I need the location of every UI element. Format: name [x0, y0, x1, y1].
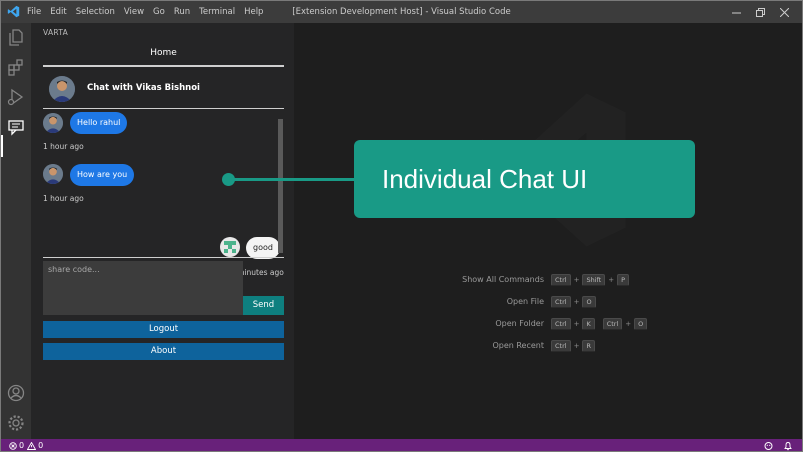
menu-file[interactable]: File	[27, 7, 41, 17]
error-icon	[9, 441, 17, 450]
shortcut-label: Show All Commands	[462, 275, 544, 284]
person-avatar-icon	[43, 164, 63, 184]
key: Ctrl	[551, 318, 571, 330]
menu-run[interactable]: Run	[174, 7, 190, 17]
message-time: 1 hour ago	[43, 194, 84, 203]
logout-button[interactable]: Logout	[43, 321, 284, 338]
chat-icon[interactable]	[6, 117, 26, 137]
menu-go[interactable]: Go	[153, 7, 165, 17]
key: Ctrl	[551, 340, 571, 352]
callout-label: Individual Chat UI	[354, 140, 695, 218]
title-bar: File Edit Selection View Go Run Terminal…	[1, 1, 802, 23]
person-avatar-icon	[43, 113, 63, 133]
live-share-icon[interactable]	[763, 441, 774, 451]
active-indicator	[1, 135, 3, 157]
message-list: Hello rahul 1 hour ago How are you 1 hou…	[43, 111, 284, 277]
shortcut-row: Open Folder Ctrl + K Ctrl + O	[414, 317, 714, 331]
shortcut-label: Open Folder	[495, 319, 544, 328]
menu-selection[interactable]: Selection	[76, 7, 115, 17]
messages-scrollbar[interactable]	[278, 119, 283, 253]
message-bubble: How are you	[70, 164, 135, 186]
send-button[interactable]: Send	[243, 296, 284, 315]
callout-dot	[222, 173, 235, 186]
shortcut-row: Show All Commands Ctrl + Shift + P	[414, 273, 714, 287]
shortcut-label: Open Recent	[492, 341, 544, 350]
status-bar: 0 0	[1, 439, 802, 451]
menu-bar: File Edit Selection View Go Run Terminal…	[27, 1, 272, 23]
menu-help[interactable]: Help	[244, 7, 263, 17]
chat-header: Chat with Vikas Bishnoi	[43, 70, 284, 109]
person-avatar-icon	[49, 76, 75, 102]
divider	[43, 257, 284, 258]
key: Shift	[582, 274, 606, 286]
shortcut-keys: Ctrl + R	[551, 339, 595, 353]
editor-area: Show All Commands Ctrl + Shift + P Open Fi…	[294, 23, 802, 439]
key: P	[617, 274, 630, 286]
vscode-logo-icon	[7, 5, 20, 18]
warning-count: 0	[38, 441, 44, 450]
close-icon	[779, 7, 789, 17]
key: O	[634, 318, 648, 330]
account-icon[interactable]	[6, 383, 26, 403]
message-bubble: Hello rahul	[70, 112, 128, 134]
run-debug-icon[interactable]	[6, 87, 26, 107]
menu-edit[interactable]: Edit	[50, 7, 66, 17]
menu-view[interactable]: View	[124, 7, 144, 17]
message-bubble: good	[246, 237, 280, 259]
settings-gear-icon[interactable]	[6, 413, 26, 433]
key: Ctrl	[602, 318, 623, 330]
identicon-avatar-icon	[220, 237, 240, 257]
extensions-icon[interactable]	[6, 57, 26, 77]
callout-connector	[229, 178, 355, 181]
shortcut-keys: Ctrl + Shift + P	[551, 273, 630, 287]
sidebar: VARTA Home Chat with Vikas Bishnoi Hello…	[31, 23, 294, 439]
activity-bar	[1, 23, 31, 439]
contact-avatar	[49, 76, 75, 102]
sender-avatar	[43, 113, 63, 133]
key: R	[582, 340, 595, 352]
shortcut-keys: Ctrl + O	[551, 295, 596, 309]
key: K	[582, 318, 595, 330]
vscode-window: File Edit Selection View Go Run Terminal…	[0, 0, 803, 452]
share-code-input[interactable]	[43, 261, 243, 315]
chat-title: Chat with Vikas Bishnoi	[87, 83, 200, 93]
key: Ctrl	[551, 274, 571, 286]
sidebar-title: VARTA	[43, 28, 69, 37]
shortcut-keys: Ctrl + K Ctrl + O	[551, 317, 648, 331]
key: Ctrl	[551, 296, 571, 308]
about-button[interactable]: About	[43, 343, 284, 360]
message-time: 1 hour ago	[43, 142, 84, 151]
shortcut-row: Open File Ctrl + O	[414, 295, 714, 309]
error-count: 0	[19, 441, 25, 450]
close-button[interactable]	[762, 1, 802, 23]
warning-icon	[27, 441, 37, 450]
sender-avatar	[43, 164, 63, 184]
key: O	[582, 296, 596, 308]
menu-terminal[interactable]: Terminal	[199, 7, 235, 17]
shortcut-label: Open File	[506, 297, 544, 306]
problems-indicator[interactable]: 0 0	[9, 441, 43, 450]
home-tab[interactable]: Home	[43, 46, 284, 67]
shortcut-row: Open Recent Ctrl + R	[414, 339, 714, 353]
notifications-bell-icon[interactable]	[783, 441, 793, 451]
explorer-icon[interactable]	[6, 27, 26, 47]
